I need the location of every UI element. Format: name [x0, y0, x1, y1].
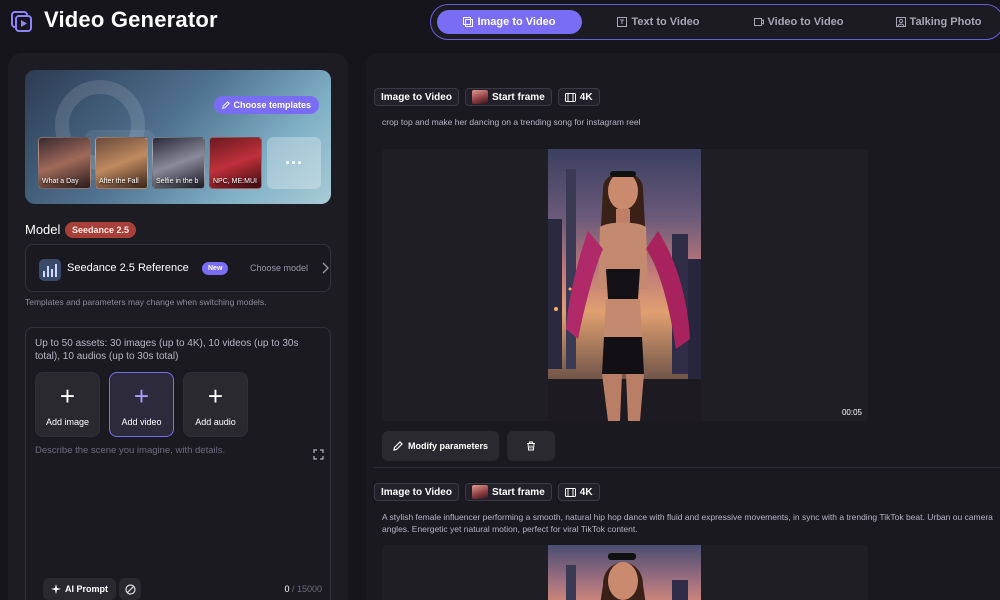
mode-chip-label: Image to Video	[381, 486, 452, 498]
tab-image-to-video[interactable]: Image to Video	[437, 10, 582, 34]
resolution-chip: 4K	[557, 88, 600, 106]
add-audio-button[interactable]: + Add audio	[183, 372, 248, 437]
video-preview[interactable]: 00:05	[382, 149, 868, 421]
tab-talking-photo[interactable]: Talking Photo	[871, 10, 1000, 34]
app-header: Video Generator Image to Video Text to V…	[0, 0, 1000, 44]
resolution-label: 4K	[579, 486, 593, 498]
add-audio-label: Add audio	[195, 417, 236, 427]
plus-icon: +	[133, 381, 150, 411]
start-frame-thumbnail	[471, 485, 488, 499]
model-selector[interactable]: Seedance 2.5 Reference New Choose model	[25, 244, 331, 292]
char-count: 0	[284, 584, 290, 594]
video-still	[548, 169, 701, 421]
mode-chip-label: Image to Video	[381, 91, 452, 103]
plus-icon: +	[59, 381, 76, 411]
asset-panel: Up to 50 assets: 30 images (up to 4K), 1…	[25, 327, 331, 600]
video-frame[interactable]	[548, 545, 701, 600]
tab-video-to-video[interactable]: Video to Video	[731, 10, 866, 34]
film-icon	[564, 92, 576, 102]
choose-templates-label: Choose templates	[233, 100, 311, 110]
mode-chip: Image to Video	[374, 88, 459, 106]
new-badge: New	[202, 262, 229, 275]
model-version-badge: Seedance 2.5	[65, 222, 137, 238]
mode-tabs: Image to Video Text to Video Video to Vi…	[430, 4, 1000, 40]
video-still	[566, 553, 688, 600]
add-image-button[interactable]: + Add image	[35, 372, 100, 437]
image-icon	[463, 17, 474, 27]
video-icon	[753, 18, 764, 26]
plus-icon: +	[207, 381, 224, 411]
expand-icon[interactable]	[313, 449, 324, 460]
video-preview[interactable]	[382, 545, 868, 600]
model-label: Model	[25, 222, 61, 237]
generation-prompt: crop top and make her dancing on a trend…	[382, 117, 641, 127]
prohibited-icon	[124, 583, 136, 595]
prompt-input[interactable]: Describe the scene you imagine, with det…	[35, 445, 225, 456]
add-video-button[interactable]: + Add video	[109, 372, 174, 437]
text-icon	[617, 17, 628, 27]
modify-parameters-button[interactable]: Modify parameters	[382, 431, 499, 461]
film-icon	[564, 487, 576, 497]
tab-label: Text to Video	[631, 16, 700, 28]
template-thumbnail[interactable]: Selfie in the b	[152, 137, 205, 189]
trash-icon	[527, 441, 535, 451]
template-thumbnail[interactable]: After the Fall	[95, 137, 148, 189]
delete-button[interactable]	[507, 431, 555, 461]
pencil-icon	[222, 101, 231, 109]
char-max: / 15000	[291, 584, 322, 594]
resolution-label: 4K	[579, 91, 593, 103]
page-title: Video Generator	[44, 7, 218, 32]
video-frame[interactable]	[548, 149, 701, 421]
template-label: After the Fall	[99, 178, 139, 185]
modify-parameters-label: Modify parameters	[407, 441, 489, 451]
tab-label: Image to Video	[477, 16, 556, 28]
model-name: Seedance 2.5 Reference	[67, 262, 189, 274]
model-hint: Templates and parameters may change when…	[25, 297, 267, 307]
template-thumbnail[interactable]: NPC, ME:MUI	[209, 137, 262, 189]
asset-limits-text: Up to 50 assets: 30 images (up to 4K), 1…	[35, 338, 299, 362]
choose-model-label: Choose model	[250, 263, 309, 273]
generation-feed: Image to Video Start frame 4K crop top a…	[366, 53, 1000, 600]
photo-icon	[895, 17, 906, 27]
template-label: NPC, ME:MUI	[213, 178, 257, 185]
tab-label: Talking Photo	[909, 16, 982, 28]
template-label: Selfie in the b	[156, 178, 199, 185]
resolution-chip: 4K	[557, 483, 600, 501]
add-image-label: Add image	[45, 417, 90, 427]
start-frame-chip: Start frame	[464, 483, 552, 501]
feed-divider	[374, 467, 1000, 468]
generation-prompt: A stylish female influencer performing a…	[382, 512, 993, 534]
choose-templates-button[interactable]: Choose templates	[214, 96, 319, 114]
video-logo-icon	[11, 11, 32, 32]
add-video-label: Add video	[121, 417, 162, 427]
chevron-right-icon	[322, 262, 329, 274]
pencil-icon	[393, 441, 403, 451]
disable-button[interactable]	[119, 578, 141, 600]
sparkle-icon	[51, 584, 61, 594]
model-icon	[39, 259, 61, 281]
start-frame-thumbnail	[471, 90, 488, 104]
more-templates-button[interactable]: ···	[267, 137, 321, 189]
template-banner: Choose templates What a Day After the Fa…	[25, 70, 331, 204]
start-frame-chip: Start frame	[464, 88, 552, 106]
generation-tags: Image to Video Start frame 4K	[374, 88, 600, 106]
generation-tags: Image to Video Start frame 4K	[374, 483, 600, 501]
template-label: What a Day	[42, 178, 79, 185]
character-counter: 0 / 15000	[284, 584, 322, 594]
ai-prompt-button[interactable]: AI Prompt	[43, 578, 117, 600]
start-frame-label: Start frame	[491, 486, 545, 498]
mode-chip: Image to Video	[374, 483, 459, 501]
template-thumbnail[interactable]: What a Day	[38, 137, 91, 189]
video-duration: 00:05	[841, 408, 862, 417]
tab-label: Video to Video	[767, 16, 844, 28]
tab-text-to-video[interactable]: Text to Video	[591, 10, 726, 34]
start-frame-label: Start frame	[491, 91, 545, 103]
ai-prompt-label: AI Prompt	[65, 584, 109, 594]
settings-panel: Choose templates What a Day After the Fa…	[8, 53, 348, 600]
